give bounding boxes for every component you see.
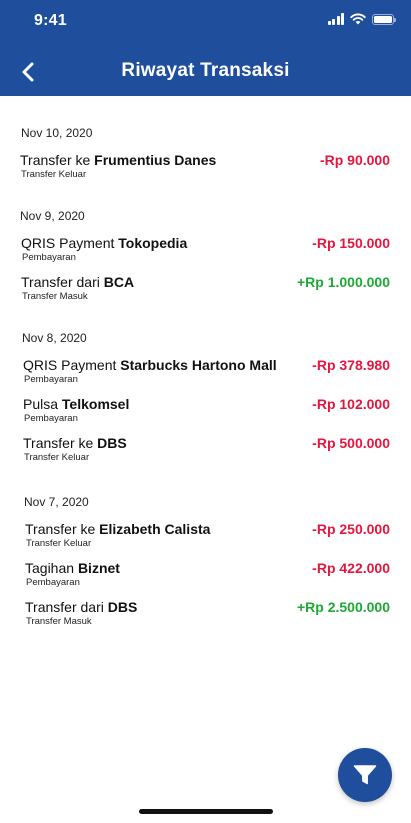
transaction-amount: +Rp 2.500.000 xyxy=(296,599,390,615)
transaction-title: Transfer dari DBS xyxy=(25,599,137,615)
transaction-counterparty: Telkomsel xyxy=(61,396,130,412)
date-header: Nov 9, 2020 xyxy=(20,209,85,223)
transaction-type: Pembayaran xyxy=(26,577,80,588)
wifi-icon xyxy=(350,13,366,25)
transaction-prefix: Pulsa xyxy=(23,396,59,412)
page-title: Riwayat Transaksi xyxy=(121,60,290,81)
transaction-counterparty: Frumentius Danes xyxy=(94,152,217,168)
transaction-prefix: QRIS Payment xyxy=(21,235,115,251)
transaction-prefix: Transfer ke xyxy=(20,152,91,168)
transaction-prefix: Tagihan xyxy=(25,560,75,576)
date-header: Nov 8, 2020 xyxy=(22,331,87,345)
transaction-amount: -Rp 500.000 xyxy=(312,435,390,451)
transaction-title: QRIS Payment Tokopedia xyxy=(21,235,187,251)
transaction-type: Pembayaran xyxy=(22,252,76,263)
transaction-row[interactable]: Transfer ke Frumentius Danes Transfer Kel… xyxy=(0,152,411,184)
transaction-row[interactable]: Transfer dari BCA Transfer Masuk +Rp 1.000… xyxy=(0,274,411,306)
status-bar: 9:41 xyxy=(0,0,411,44)
filter-button[interactable] xyxy=(338,748,392,802)
transaction-title: Transfer dari BCA xyxy=(21,274,134,290)
transaction-amount: +Rp 1.000.000 xyxy=(296,274,390,290)
home-indicator xyxy=(139,809,273,814)
transaction-counterparty: BCA xyxy=(103,274,135,290)
transaction-prefix: Transfer ke xyxy=(25,521,96,537)
transaction-row[interactable]: Pulsa Telkomsel Pembayaran -Rp 102.000 xyxy=(0,396,411,428)
transaction-title: Transfer ke Frumentius Danes xyxy=(20,152,216,168)
transaction-counterparty: Biznet xyxy=(77,560,120,576)
transaction-prefix: Transfer dari xyxy=(25,599,104,615)
transaction-type: Pembayaran xyxy=(24,374,78,385)
date-header: Nov 7, 2020 xyxy=(24,495,89,509)
battery-icon xyxy=(372,13,396,25)
transaction-title: Transfer ke DBS xyxy=(23,435,127,451)
transaction-title: Pulsa Telkomsel xyxy=(23,396,129,412)
date-header: Nov 10, 2020 xyxy=(21,126,93,140)
transaction-type: Transfer Keluar xyxy=(26,538,92,549)
transaction-row[interactable]: Transfer ke Elizabeth Calista Transfer Ke… xyxy=(0,521,411,553)
transaction-counterparty: Starbucks Hartono Mall xyxy=(120,357,277,373)
cellular-signal-icon xyxy=(327,13,344,25)
transaction-amount: -Rp 90.000 xyxy=(319,152,390,168)
transaction-counterparty: Elizabeth Calista xyxy=(99,521,211,537)
transaction-type: Transfer Masuk xyxy=(26,616,92,627)
transaction-amount: -Rp 102.000 xyxy=(312,396,390,412)
transaction-title: QRIS Payment Starbucks Hartono Mall xyxy=(23,357,277,373)
transaction-prefix: Transfer dari xyxy=(21,274,100,290)
transaction-row[interactable]: QRIS Payment Tokopedia Pembayaran -Rp 150.… xyxy=(0,235,411,267)
status-icons xyxy=(327,13,396,25)
status-time: 9:41 xyxy=(34,12,67,29)
transaction-row[interactable]: Transfer ke DBS Transfer Keluar -Rp 500.00… xyxy=(0,435,411,467)
transaction-title: Tagihan Biznet xyxy=(25,560,120,576)
transaction-type: Transfer Keluar xyxy=(21,169,87,180)
transaction-row[interactable]: Transfer dari DBS Transfer Masuk +Rp 2.500… xyxy=(0,599,411,631)
transaction-amount: -Rp 250.000 xyxy=(312,521,390,537)
transaction-amount: -Rp 378.980 xyxy=(312,357,390,373)
transaction-row[interactable]: Tagihan Biznet Pembayaran -Rp 422.000 xyxy=(0,560,411,592)
transaction-prefix: Transfer ke xyxy=(23,435,94,451)
transaction-title: Transfer ke Elizabeth Calista xyxy=(25,521,210,537)
transaction-type: Transfer Keluar xyxy=(24,452,90,463)
transaction-counterparty: DBS xyxy=(107,599,138,615)
transaction-amount: -Rp 150.000 xyxy=(312,235,390,251)
transaction-row[interactable]: QRIS Payment Starbucks Hartono Mall Pemba… xyxy=(0,357,411,389)
transaction-type: Transfer Masuk xyxy=(22,291,88,302)
app-header: 9:41 Riwayat Transaksi xyxy=(0,0,411,96)
transaction-amount: -Rp 422.000 xyxy=(312,560,390,576)
filter-icon xyxy=(353,765,377,785)
transaction-counterparty: Tokopedia xyxy=(118,235,188,251)
transaction-prefix: QRIS Payment xyxy=(23,357,117,373)
transaction-type: Pembayaran xyxy=(24,413,78,424)
transaction-counterparty: DBS xyxy=(97,435,127,451)
